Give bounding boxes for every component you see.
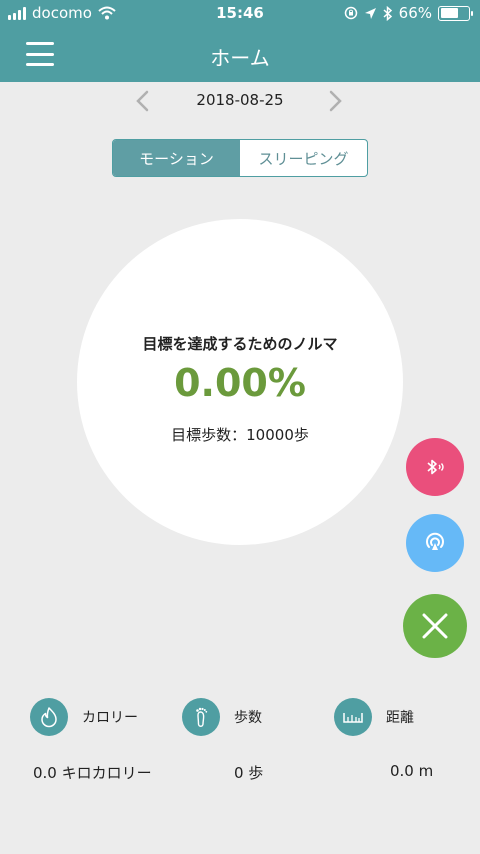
status-bar: docomo 15:46 66% (0, 0, 480, 28)
battery-icon (438, 5, 473, 21)
bluetooth-status-icon (383, 5, 392, 21)
orientation-lock-icon (344, 6, 357, 20)
close-button[interactable] (403, 594, 467, 658)
battery-level (440, 8, 459, 18)
steps-label: 歩数 (234, 710, 262, 726)
distance-value: 0.0 m (390, 762, 434, 780)
bluetooth-button[interactable] (406, 438, 464, 496)
steps-value: 0 歩 (234, 764, 264, 782)
goal-steps: 目標歩数：10000歩 (171, 426, 309, 444)
tab-sleeping[interactable]: スリーピング (240, 140, 367, 176)
date-selector: 2018-08-25 (0, 86, 480, 116)
stat-steps: 歩数 (182, 698, 262, 736)
calorie-label: カロリー (82, 710, 138, 726)
stat-distance: 距離 (334, 698, 414, 736)
calorie-value: 0.0 キロカロリー (33, 764, 152, 782)
flame-icon (30, 698, 68, 736)
status-right: 66% (344, 4, 473, 22)
goal-percent: 0.00% (174, 361, 306, 405)
next-day-button[interactable] (324, 90, 346, 112)
tab-motion[interactable]: モーション (113, 140, 240, 176)
close-icon (422, 613, 448, 639)
goal-circle: 目標を達成するためのノルマ 0.00% 目標歩数：10000歩 (77, 219, 403, 545)
goal-label: 目標を達成するためのノルマ (142, 335, 338, 353)
footprint-icon (182, 698, 220, 736)
broadcast-icon (426, 532, 444, 550)
bluetooth-icon (427, 459, 444, 475)
mode-segmented-control: モーション スリーピング (112, 139, 368, 177)
distance-label: 距離 (386, 710, 414, 726)
location-icon (364, 7, 376, 19)
current-date: 2018-08-25 (196, 91, 284, 109)
sync-button[interactable] (406, 514, 464, 572)
page-title: ホーム (210, 46, 270, 70)
nav-bar: ホーム (0, 28, 480, 82)
ruler-icon (334, 698, 372, 736)
chevron-right-icon (329, 90, 342, 112)
battery-percent: 66% (398, 4, 432, 22)
stat-calorie: カロリー (30, 698, 138, 736)
